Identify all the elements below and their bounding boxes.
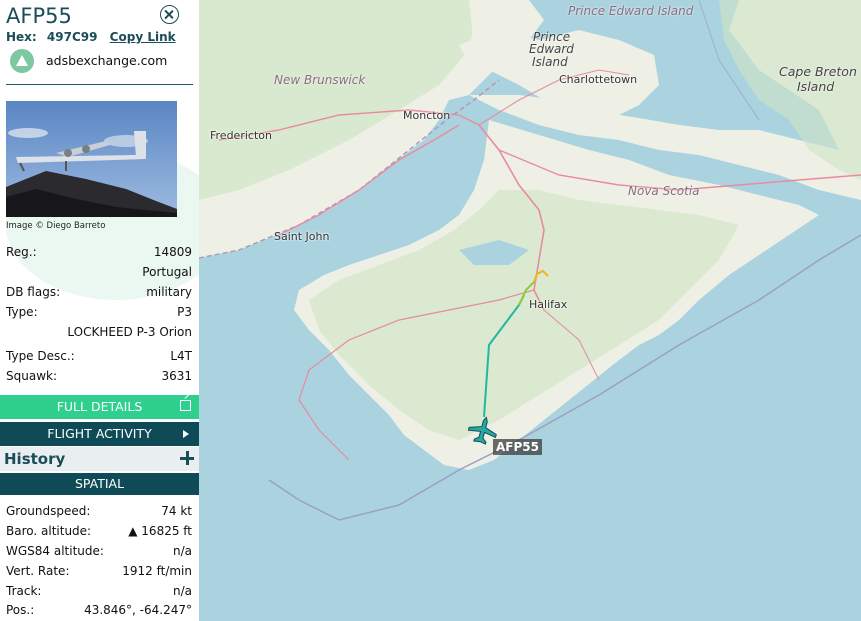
close-icon[interactable] [160, 5, 179, 24]
track-row: Track: n/a [6, 584, 192, 602]
hex-label: Hex: [6, 30, 37, 44]
divider [6, 84, 193, 85]
city-charlottetown: Charlottetown [559, 73, 638, 86]
adsbexchange-link[interactable]: adsbexchange.com [46, 53, 167, 68]
hex-value: 497C99 [46, 30, 98, 44]
city-fredericton: Fredericton [210, 129, 272, 142]
full-details-label: FULL DETAILS [56, 399, 143, 414]
position-value: 43.846°, -64.247° [84, 603, 192, 617]
plus-icon[interactable] [180, 451, 194, 465]
reg-label: Reg.: [6, 245, 37, 259]
groundspeed-label: Groundspeed: [6, 504, 91, 518]
aircraft-info-panel: AFP55 Hex: 497C99 Copy Link adsbexchange… [0, 0, 199, 621]
country-value: Portugal [142, 265, 192, 279]
external-link-icon [180, 400, 191, 411]
type-row: Type: P3 [6, 305, 192, 323]
island-edward-label: Edward [529, 42, 574, 56]
aircraft-callsign: AFP55 [6, 4, 72, 28]
typedesc-row: Type Desc.: L4T [6, 349, 192, 367]
history-label: History [4, 450, 66, 468]
track-value: n/a [172, 584, 192, 598]
chevron-right-icon [183, 430, 189, 438]
cape-breton-label-2: Island [797, 79, 835, 94]
cape-breton-label-1: Cape Breton [779, 64, 857, 79]
dbflags-value: military [146, 285, 192, 299]
vert-rate-value: 1912 ft/min [122, 564, 192, 578]
reg-value: 14809 [153, 245, 192, 259]
region-new-brunswick: New Brunswick [274, 73, 366, 87]
typedesc-label: Type Desc.: [6, 349, 75, 363]
squawk-label: Squawk: [6, 369, 57, 383]
city-saint-john: Saint John [274, 230, 330, 243]
spatial-label: SPATIAL [74, 476, 125, 491]
type-full-row: LOCKHEED P-3 Orion [6, 325, 192, 343]
island-island-label: Island [532, 55, 568, 69]
track-label: Track: [6, 584, 42, 598]
type-value: P3 [177, 305, 192, 319]
map-view[interactable]: New Brunswick Prince Edward Island Princ… [199, 0, 861, 621]
squawk-value: 3631 [161, 369, 192, 383]
groundspeed-row: Groundspeed: 74 kt [6, 504, 192, 522]
type-label: Type: [6, 305, 38, 319]
region-pei: Prince Edward Island [568, 4, 694, 18]
aircraft-map-label[interactable]: AFP55 [493, 439, 542, 455]
aircraft-photo[interactable] [6, 101, 177, 217]
baro-altitude-label: Baro. altitude: [6, 524, 92, 538]
wgs84-altitude-row: WGS84 altitude: n/a [6, 544, 192, 562]
full-details-button[interactable]: FULL DETAILS [0, 395, 199, 419]
position-label: Pos.: [6, 603, 35, 617]
baro-altitude-value: ▲ 16825 ft [128, 524, 192, 538]
flight-activity-label: FLIGHT ACTIVITY [47, 426, 152, 441]
reg-row: Reg.: 14809 [6, 245, 192, 263]
flight-activity-button[interactable]: FLIGHT ACTIVITY [0, 422, 199, 446]
type-full-value: LOCKHEED P-3 Orion [67, 325, 192, 339]
history-toggle[interactable]: History [0, 447, 199, 471]
dbflags-label: DB flags: [6, 285, 61, 299]
vert-rate-row: Vert. Rate: 1912 ft/min [6, 564, 192, 582]
hex-row: Hex: 497C99 Copy Link [6, 30, 176, 44]
city-moncton: Moncton [403, 109, 451, 122]
country-row: Portugal [6, 265, 192, 283]
spatial-section-header[interactable]: SPATIAL [0, 473, 199, 495]
squawk-row: Squawk: 3631 [6, 369, 192, 387]
adsbexchange-logo-icon [10, 49, 34, 73]
typedesc-value: L4T [170, 349, 192, 363]
city-halifax: Halifax [529, 298, 568, 311]
wgs84-altitude-value: n/a [172, 544, 192, 558]
groundspeed-value: 74 kt [161, 504, 192, 518]
vert-rate-label: Vert. Rate: [6, 564, 70, 578]
dbflags-row: DB flags: military [6, 285, 192, 303]
baro-altitude-row: Baro. altitude: ▲ 16825 ft [6, 524, 192, 542]
position-row: Pos.: 43.846°, -64.247° [6, 603, 192, 621]
region-nova-scotia: Nova Scotia [628, 184, 700, 198]
wgs84-altitude-label: WGS84 altitude: [6, 544, 104, 558]
photo-credit: Image © Diego Barreto [6, 221, 106, 231]
copy-link-button[interactable]: Copy Link [110, 30, 176, 44]
